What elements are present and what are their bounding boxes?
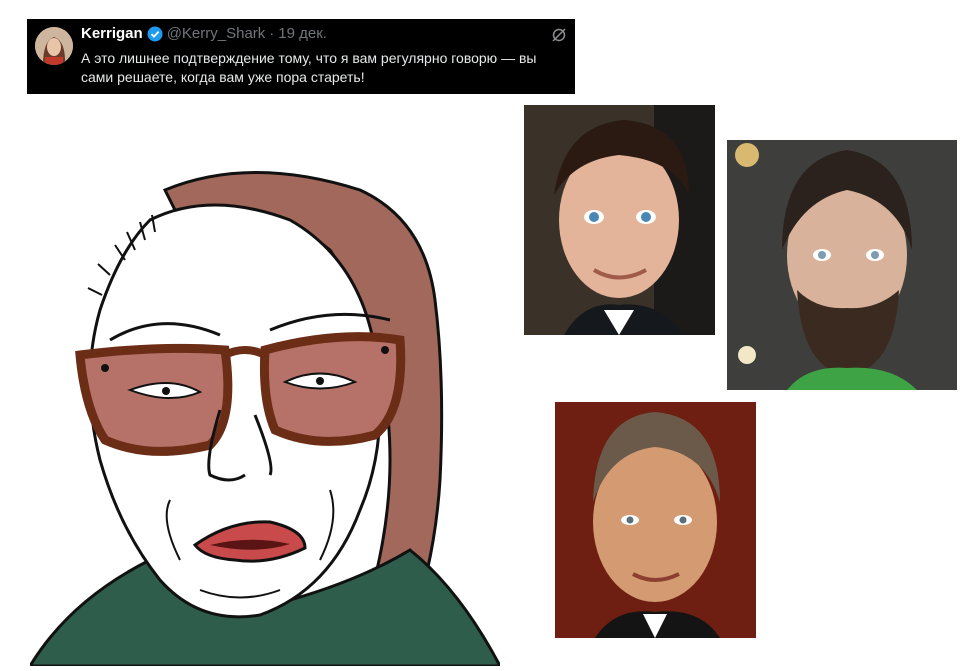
man-photo-1 bbox=[524, 105, 715, 335]
man-photo-2 bbox=[727, 140, 957, 390]
tweet-date[interactable]: 19 дек. bbox=[278, 25, 327, 42]
man-photo-3 bbox=[555, 402, 756, 638]
tweet-text: А это лишнее подтверждение тому, что я в… bbox=[81, 50, 537, 85]
tweet-header: Kerrigan @Kerry_Shark · 19 дек. bbox=[81, 25, 327, 42]
verified-badge-icon bbox=[147, 26, 163, 42]
grok-icon[interactable] bbox=[551, 27, 567, 43]
wojak-old-woman-drawing bbox=[27, 160, 503, 668]
avatar[interactable] bbox=[35, 27, 73, 65]
author-name[interactable]: Kerrigan bbox=[81, 25, 143, 42]
tweet-card[interactable]: Kerrigan @Kerry_Shark · 19 дек. А это ли… bbox=[27, 19, 575, 94]
separator-dot: · bbox=[269, 25, 275, 42]
author-handle[interactable]: @Kerry_Shark bbox=[167, 25, 266, 42]
